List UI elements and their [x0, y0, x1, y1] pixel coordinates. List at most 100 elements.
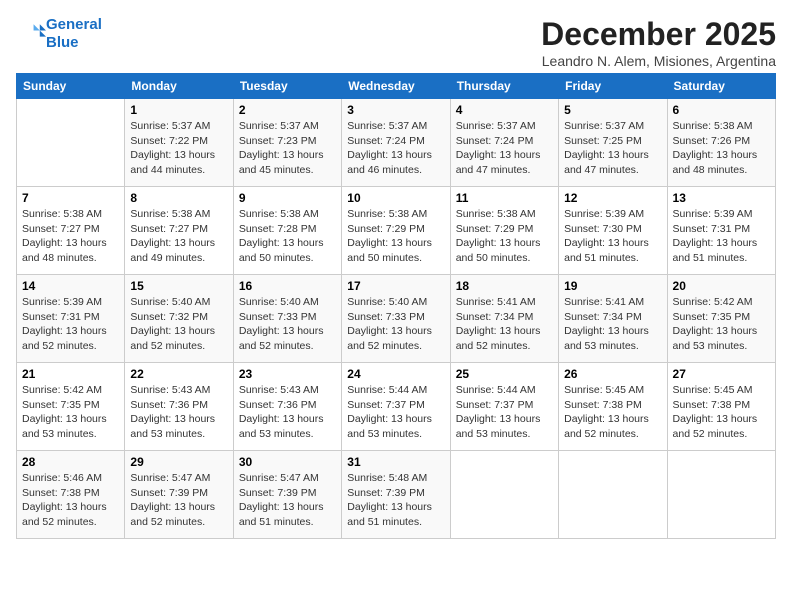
week-row-4: 21 Sunrise: 5:42 AM Sunset: 7:35 PM Dayli…	[17, 363, 776, 451]
day-number: 1	[130, 103, 227, 117]
cell-content: Sunrise: 5:48 AM Sunset: 7:39 PM Dayligh…	[347, 471, 444, 530]
logo: General Blue	[16, 16, 102, 52]
cell-content: Sunrise: 5:39 AM Sunset: 7:31 PM Dayligh…	[22, 295, 119, 354]
title-block: December 2025 Leandro N. Alem, Misiones,…	[541, 16, 776, 69]
day-number: 16	[239, 279, 336, 293]
cell-content: Sunrise: 5:43 AM Sunset: 7:36 PM Dayligh…	[130, 383, 227, 442]
calendar-cell: 15 Sunrise: 5:40 AM Sunset: 7:32 PM Dayli…	[125, 275, 233, 363]
day-number: 15	[130, 279, 227, 293]
calendar-cell	[559, 451, 667, 539]
day-number: 27	[673, 367, 770, 381]
calendar-cell: 10 Sunrise: 5:38 AM Sunset: 7:29 PM Dayli…	[342, 187, 450, 275]
cell-content: Sunrise: 5:39 AM Sunset: 7:31 PM Dayligh…	[673, 207, 770, 266]
calendar-cell: 24 Sunrise: 5:44 AM Sunset: 7:37 PM Dayli…	[342, 363, 450, 451]
day-number: 25	[456, 367, 553, 381]
calendar-cell: 16 Sunrise: 5:40 AM Sunset: 7:33 PM Dayli…	[233, 275, 341, 363]
week-row-3: 14 Sunrise: 5:39 AM Sunset: 7:31 PM Dayli…	[17, 275, 776, 363]
location-subtitle: Leandro N. Alem, Misiones, Argentina	[541, 53, 776, 69]
cell-content: Sunrise: 5:39 AM Sunset: 7:30 PM Dayligh…	[564, 207, 661, 266]
cell-content: Sunrise: 5:44 AM Sunset: 7:37 PM Dayligh…	[347, 383, 444, 442]
calendar-cell: 26 Sunrise: 5:45 AM Sunset: 7:38 PM Dayli…	[559, 363, 667, 451]
cell-content: Sunrise: 5:43 AM Sunset: 7:36 PM Dayligh…	[239, 383, 336, 442]
calendar-cell: 19 Sunrise: 5:41 AM Sunset: 7:34 PM Dayli…	[559, 275, 667, 363]
cell-content: Sunrise: 5:37 AM Sunset: 7:23 PM Dayligh…	[239, 119, 336, 178]
calendar-cell: 11Sunrise: 5:38 AM Sunset: 7:29 PM Dayli…	[450, 187, 558, 275]
calendar-cell: 7 Sunrise: 5:38 AM Sunset: 7:27 PM Daylig…	[17, 187, 125, 275]
cell-content: Sunrise: 5:45 AM Sunset: 7:38 PM Dayligh…	[673, 383, 770, 442]
cell-content: Sunrise: 5:38 AM Sunset: 7:27 PM Dayligh…	[22, 207, 119, 266]
day-number: 20	[673, 279, 770, 293]
cell-content: Sunrise: 5:40 AM Sunset: 7:33 PM Dayligh…	[239, 295, 336, 354]
cell-content: Sunrise: 5:38 AM Sunset: 7:29 PM Dayligh…	[347, 207, 444, 266]
header-cell-saturday: Saturday	[667, 74, 775, 99]
day-number: 3	[347, 103, 444, 117]
day-number: 9	[239, 191, 336, 205]
calendar-cell: 3Sunrise: 5:37 AM Sunset: 7:24 PM Daylig…	[342, 99, 450, 187]
day-number: 28	[22, 455, 119, 469]
header-row: SundayMondayTuesdayWednesdayThursdayFrid…	[17, 74, 776, 99]
day-number: 17	[347, 279, 444, 293]
header-cell-monday: Monday	[125, 74, 233, 99]
calendar-cell: 21 Sunrise: 5:42 AM Sunset: 7:35 PM Dayli…	[17, 363, 125, 451]
week-row-5: 28 Sunrise: 5:46 AM Sunset: 7:38 PM Dayli…	[17, 451, 776, 539]
day-number: 30	[239, 455, 336, 469]
cell-content: Sunrise: 5:40 AM Sunset: 7:33 PM Dayligh…	[347, 295, 444, 354]
cell-content: Sunrise: 5:42 AM Sunset: 7:35 PM Dayligh…	[673, 295, 770, 354]
calendar-cell: 25 Sunrise: 5:44 AM Sunset: 7:37 PM Dayli…	[450, 363, 558, 451]
calendar-cell: 23 Sunrise: 5:43 AM Sunset: 7:36 PM Dayli…	[233, 363, 341, 451]
calendar-cell: 1Sunrise: 5:37 AM Sunset: 7:22 PM Daylig…	[125, 99, 233, 187]
header-cell-friday: Friday	[559, 74, 667, 99]
calendar-cell: 30Sunrise: 5:47 AM Sunset: 7:39 PM Dayli…	[233, 451, 341, 539]
calendar-header: SundayMondayTuesdayWednesdayThursdayFrid…	[17, 74, 776, 99]
cell-content: Sunrise: 5:37 AM Sunset: 7:25 PM Dayligh…	[564, 119, 661, 178]
day-number: 18	[456, 279, 553, 293]
day-number: 4	[456, 103, 553, 117]
logo-text: General Blue	[46, 16, 102, 52]
calendar-cell	[667, 451, 775, 539]
day-number: 2	[239, 103, 336, 117]
cell-content: Sunrise: 5:44 AM Sunset: 7:37 PM Dayligh…	[456, 383, 553, 442]
calendar-cell: 8 Sunrise: 5:38 AM Sunset: 7:27 PM Daylig…	[125, 187, 233, 275]
cell-content: Sunrise: 5:47 AM Sunset: 7:39 PM Dayligh…	[130, 471, 227, 530]
logo-line2: Blue	[46, 34, 79, 51]
calendar-cell: 29Sunrise: 5:47 AM Sunset: 7:39 PM Dayli…	[125, 451, 233, 539]
calendar-cell: 4Sunrise: 5:37 AM Sunset: 7:24 PM Daylig…	[450, 99, 558, 187]
calendar-cell: 9 Sunrise: 5:38 AM Sunset: 7:28 PM Daylig…	[233, 187, 341, 275]
month-title: December 2025	[541, 16, 776, 53]
calendar-cell: 28 Sunrise: 5:46 AM Sunset: 7:38 PM Dayli…	[17, 451, 125, 539]
calendar-cell: 2 Sunrise: 5:37 AM Sunset: 7:23 PM Daylig…	[233, 99, 341, 187]
day-number: 12	[564, 191, 661, 205]
calendar-cell: 27 Sunrise: 5:45 AM Sunset: 7:38 PM Dayli…	[667, 363, 775, 451]
day-number: 31	[347, 455, 444, 469]
day-number: 10	[347, 191, 444, 205]
cell-content: Sunrise: 5:41 AM Sunset: 7:34 PM Dayligh…	[456, 295, 553, 354]
day-number: 19	[564, 279, 661, 293]
cell-content: Sunrise: 5:38 AM Sunset: 7:26 PM Dayligh…	[673, 119, 770, 178]
cell-content: Sunrise: 5:40 AM Sunset: 7:32 PM Dayligh…	[130, 295, 227, 354]
calendar-cell: 20 Sunrise: 5:42 AM Sunset: 7:35 PM Dayli…	[667, 275, 775, 363]
cell-content: Sunrise: 5:38 AM Sunset: 7:28 PM Dayligh…	[239, 207, 336, 266]
cell-content: Sunrise: 5:41 AM Sunset: 7:34 PM Dayligh…	[564, 295, 661, 354]
cell-content: Sunrise: 5:42 AM Sunset: 7:35 PM Dayligh…	[22, 383, 119, 442]
day-number: 24	[347, 367, 444, 381]
day-number: 7	[22, 191, 119, 205]
day-number: 14	[22, 279, 119, 293]
calendar-cell: 6 Sunrise: 5:38 AM Sunset: 7:26 PM Daylig…	[667, 99, 775, 187]
day-number: 13	[673, 191, 770, 205]
cell-content: Sunrise: 5:46 AM Sunset: 7:38 PM Dayligh…	[22, 471, 119, 530]
day-number: 22	[130, 367, 227, 381]
cell-content: Sunrise: 5:45 AM Sunset: 7:38 PM Dayligh…	[564, 383, 661, 442]
calendar-body: 1Sunrise: 5:37 AM Sunset: 7:22 PM Daylig…	[17, 99, 776, 539]
day-number: 26	[564, 367, 661, 381]
header-cell-wednesday: Wednesday	[342, 74, 450, 99]
calendar-cell: 13 Sunrise: 5:39 AM Sunset: 7:31 PM Dayli…	[667, 187, 775, 275]
header-cell-sunday: Sunday	[17, 74, 125, 99]
calendar-table: SundayMondayTuesdayWednesdayThursdayFrid…	[16, 73, 776, 539]
day-number: 21	[22, 367, 119, 381]
cell-content: Sunrise: 5:38 AM Sunset: 7:27 PM Dayligh…	[130, 207, 227, 266]
calendar-cell: 31 Sunrise: 5:48 AM Sunset: 7:39 PM Dayli…	[342, 451, 450, 539]
header-cell-tuesday: Tuesday	[233, 74, 341, 99]
day-number: 8	[130, 191, 227, 205]
day-number: 23	[239, 367, 336, 381]
day-number: 6	[673, 103, 770, 117]
